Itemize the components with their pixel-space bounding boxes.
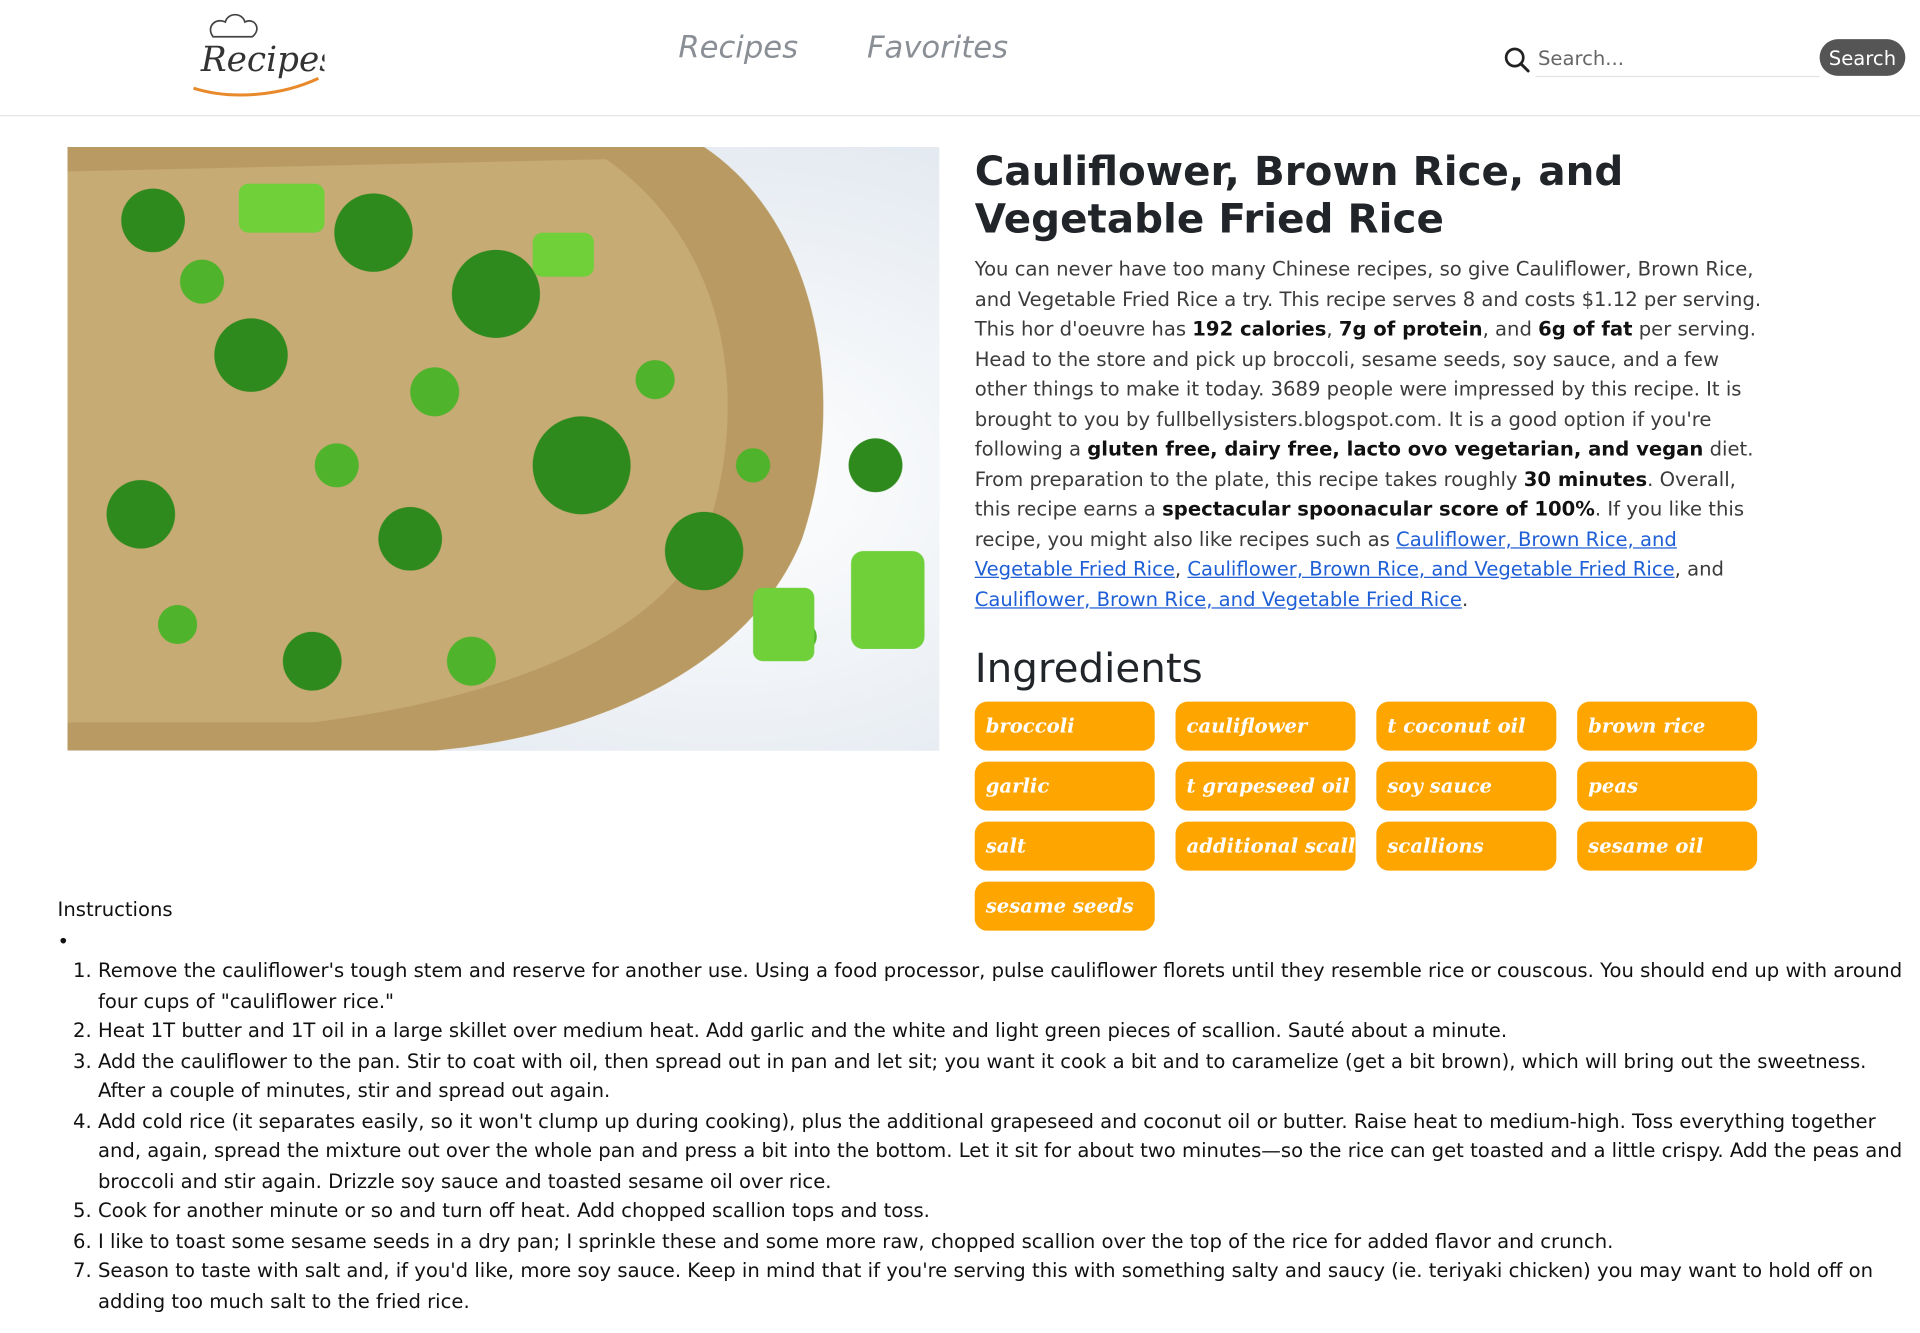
navbar: Recipes Recipes Favorites Search xyxy=(0,0,1920,117)
instructions-section: Instructions Remove the cauliflower's to… xyxy=(58,898,1913,1317)
logo-text: Recipes xyxy=(200,40,325,80)
ingredient-chip[interactable]: t grapeseed oil xyxy=(1175,761,1356,811)
recipe-image xyxy=(67,146,940,751)
similar-recipe-link-2[interactable]: Cauliflower, Brown Rice, and Vegetable F… xyxy=(1187,557,1674,580)
recipe-title: Cauliflower, Brown Rice, and Vegetable F… xyxy=(974,146,1624,243)
search-icon xyxy=(1504,47,1530,73)
ingredient-chip[interactable]: salt xyxy=(974,821,1155,871)
ingredient-chip[interactable]: broccoli xyxy=(974,701,1155,751)
nav-link-favorites[interactable]: Favorites xyxy=(867,29,1008,65)
similar-recipe-link-3[interactable]: Cauliflower, Brown Rice, and Vegetable F… xyxy=(975,587,1462,610)
ingredients-list: broccoli cauliflower t coconut oil brown… xyxy=(974,701,1765,931)
recipes-logo[interactable]: Recipes xyxy=(184,10,325,106)
ingredient-chip[interactable]: soy sauce xyxy=(1376,761,1557,811)
instruction-steps: Remove the cauliflower's tough stem and … xyxy=(58,956,1913,1316)
instruction-step: Season to taste with salt and, if you'd … xyxy=(98,1256,1913,1316)
search-button[interactable]: Search xyxy=(1819,39,1906,76)
recipe-details: Cauliflower, Brown Rice, and Vegetable F… xyxy=(974,146,1765,931)
search-bar: Search xyxy=(1501,39,1906,78)
nav-link-recipes[interactable]: Recipes xyxy=(678,29,798,65)
ingredient-chip[interactable]: brown rice xyxy=(1577,701,1758,751)
ingredient-chip[interactable]: peas xyxy=(1577,761,1758,811)
empty-bullet-list xyxy=(58,929,1913,951)
instruction-step: Remove the cauliflower's tough stem and … xyxy=(98,956,1913,1016)
page: Recipes Recipes Favorites Search... Sear… xyxy=(0,0,1920,1312)
recipe-summary: You can never have too many Chinese reci… xyxy=(974,257,1762,611)
instruction-step: Add cold rice (it separates easily, so i… xyxy=(98,1106,1913,1196)
instruction-step: Heat 1T butter and 1T oil in a large ski… xyxy=(98,1016,1913,1046)
search-input[interactable] xyxy=(1535,40,1820,78)
ingredient-chip[interactable]: cauliflower xyxy=(1175,701,1356,751)
ingredients-heading: Ingredients xyxy=(974,644,1203,692)
instruction-step: Cook for another minute or so and turn o… xyxy=(98,1196,1913,1226)
bullet-item xyxy=(58,929,1913,952)
instruction-step: I like to toast some sesame seeds in a d… xyxy=(98,1226,1913,1256)
fried-rice-photo xyxy=(67,146,940,751)
ingredient-chip[interactable]: sesame oil xyxy=(1577,821,1758,871)
instructions-label: Instructions xyxy=(57,897,173,921)
instruction-step: Add the cauliflower to the pan. Stir to … xyxy=(98,1046,1913,1106)
ingredient-chip[interactable]: garlic xyxy=(974,761,1155,811)
ingredient-chip[interactable]: additional scallion xyxy=(1175,821,1356,871)
ingredient-chip[interactable]: t coconut oil xyxy=(1376,701,1557,751)
ingredient-chip[interactable]: scallions xyxy=(1376,821,1557,871)
